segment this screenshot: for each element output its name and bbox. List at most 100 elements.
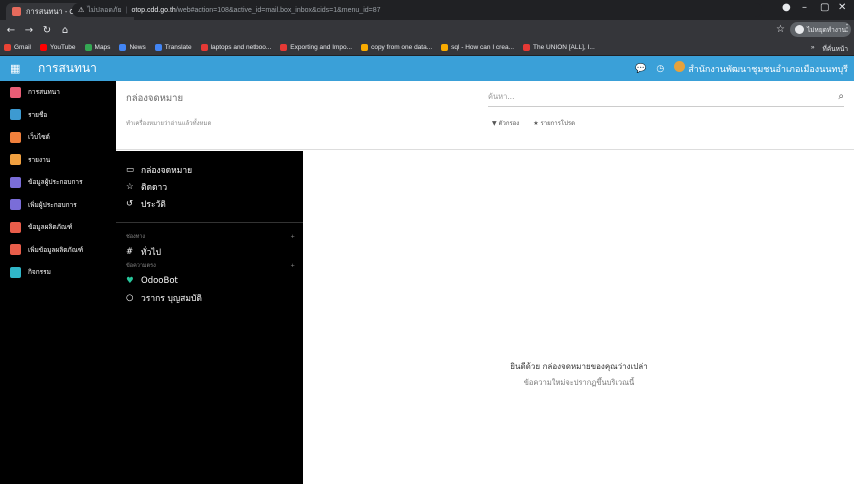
mark-all-read-button[interactable]: ทำเครื่องหมายว่าอ่านแล้วทั้งหมด <box>126 118 211 128</box>
app-menu-item[interactable]: รายงาน <box>0 149 116 172</box>
other-bookmarks[interactable]: ที่คั่นหน้า <box>823 44 848 54</box>
app-icon <box>10 176 21 188</box>
bookmark-item[interactable]: Gmail <box>4 44 31 51</box>
history-icon: ↺ <box>126 198 134 209</box>
bookmark-item[interactable]: YouTube <box>39 44 76 51</box>
back-icon[interactable]: ← <box>4 25 18 36</box>
app-menu-label: เว็บไซต์ <box>28 133 50 142</box>
inbox-empty-state: ยินดีด้วย กล่องจดหมายของคุณว่างเปล่า ข้อ… <box>304 151 854 484</box>
app-menu-item[interactable]: การสนทนา <box>0 81 116 104</box>
breadcrumb: กล่องจดหมาย <box>126 93 184 104</box>
app-menu-label: รายชื่อ <box>28 110 48 119</box>
bookmark-item[interactable]: laptops and netboo... <box>200 44 272 51</box>
discuss-item[interactable]: # ทั่วไป <box>116 243 303 260</box>
bookmark-label: YouTube <box>49 44 76 51</box>
bookmark-star-icon[interactable]: ☆ <box>776 24 785 35</box>
avatar <box>674 61 686 72</box>
menu-kebab-icon[interactable]: ⋮ <box>842 23 852 34</box>
app-icon <box>10 244 21 256</box>
app-menu-item[interactable]: เพิ่มข้อมูลผลิตภัณฑ์ <box>0 239 116 262</box>
status-icon: ♥ <box>126 275 134 286</box>
discuss-item[interactable]: ↺ ประวัติ <box>116 195 303 212</box>
hash-icon: # <box>126 246 134 257</box>
empty-title: ยินดีด้วย กล่องจดหมายของคุณว่างเปล่า <box>510 362 648 371</box>
search-icon[interactable]: ⌕ <box>838 91 844 102</box>
bookmark-icon <box>119 44 127 51</box>
bookmark-icon <box>154 44 162 51</box>
bookmark-item[interactable]: The UNION [ALL], I... <box>523 44 595 51</box>
app-icon <box>10 266 21 278</box>
app-menu-item[interactable]: ข้อมูลผู้ประกอบการ <box>0 171 116 194</box>
app-menu-label: เพิ่มข้อมูลผลิตภัณฑ์ <box>28 245 84 254</box>
user-menu[interactable]: สำนักงานพัฒนาชุมชนอำเภอเมืองนนทบุรี <box>674 61 848 76</box>
discuss-sidebar: ▭ กล่องจดหมาย ☆ ติดดาว ↺ ประวัติ ช่องทาง + # ท… <box>116 151 303 484</box>
bookmark-label: sql - How can I crea... <box>451 44 514 51</box>
bookmark-icon <box>441 44 449 51</box>
discuss-item[interactable]: ☆ ติดดาว <box>116 178 303 195</box>
app-menu-item[interactable]: เพิ่มผู้ประกอบการ <box>0 194 116 217</box>
filter-button[interactable]: ▼ ตัวกรอง <box>492 118 519 128</box>
window-close-icon[interactable]: ✕ <box>838 2 846 13</box>
empty-subtitle: ข้อความใหม่จะปรากฏขึ้นบริเวณนี้ <box>523 378 635 387</box>
add-direct-icon[interactable]: + <box>290 263 295 269</box>
app-menu-label: ข้อมูลผู้ประกอบการ <box>28 178 83 187</box>
discuss-item-label: ทั่วไป <box>141 247 162 258</box>
app-menu-item[interactable]: ข้อมูลผลิตภัณฑ์ <box>0 216 116 239</box>
app-menu-item[interactable]: เว็บไซต์ <box>0 126 116 149</box>
url-path: /web#action=108&active_id=mail.box_inbox… <box>175 6 381 14</box>
bookmark-item[interactable]: Maps <box>84 44 110 51</box>
discuss-item[interactable]: ♥ OdooBot <box>116 272 303 289</box>
forward-icon[interactable]: → <box>22 25 36 36</box>
profile-label: ไม่หยุดทำงาน <box>807 25 847 34</box>
app-menu-item[interactable]: รายชื่อ <box>0 104 116 127</box>
favorites-button[interactable]: ★ รายการโปรด <box>533 118 575 128</box>
chat-icon[interactable]: 💬 <box>635 64 646 74</box>
discuss-item[interactable]: ▭ กล่องจดหมาย <box>116 161 303 178</box>
bookmark-icon <box>39 44 47 51</box>
search-bar[interactable]: ค้นหา... ⌕ <box>488 87 844 107</box>
bookmark-item[interactable]: copy from one data... <box>361 44 432 51</box>
app-menu-label: การสนทนา <box>28 88 60 97</box>
address-bar[interactable]: ⚠ ไม่ปลอดภัย | otop.cdd.go.th /web#actio… <box>72 3 762 17</box>
inbox-icon: ▭ <box>126 164 135 175</box>
url-host: otop.cdd.go.th <box>131 6 176 14</box>
bookmark-icon <box>200 44 208 51</box>
bookmark-label: News <box>129 44 146 51</box>
bookmark-item[interactable]: News <box>119 44 146 51</box>
apps-grid-icon[interactable]: ▦ <box>10 62 24 75</box>
star-icon: ☆ <box>126 181 134 192</box>
channels-header: ช่องทาง + <box>116 231 303 243</box>
extension-icon[interactable]: ● <box>782 2 791 13</box>
star-icon: ★ <box>533 120 539 127</box>
bookmark-label: Translate <box>164 44 192 51</box>
bookmark-label: laptops and netboo... <box>210 44 272 51</box>
discuss-item-label: ประวัติ <box>141 199 166 210</box>
apps-sidebar: การสนทนารายชื่อเว็บไซต์รายงานข้อมูลผู้ปร… <box>0 81 116 484</box>
bookmark-icon <box>280 44 288 51</box>
direct-header-label: ข้อความตรง <box>126 263 156 269</box>
odoo-favicon-icon <box>12 7 21 16</box>
app-title[interactable]: การสนทนา <box>38 59 97 78</box>
add-channel-icon[interactable]: + <box>290 234 295 240</box>
bookmark-icon <box>4 44 11 51</box>
chevron-right-icon[interactable]: » <box>811 44 815 54</box>
bookmark-item[interactable]: Translate <box>154 44 192 51</box>
company-name: สำนักงานพัฒนาชุมชนอำเภอเมืองนนทบุรี <box>688 65 848 75</box>
search-input[interactable]: ค้นหา... <box>488 91 838 103</box>
maximize-icon[interactable]: ▢ <box>820 2 829 13</box>
clock-icon[interactable]: ◷ <box>656 64 664 74</box>
reload-icon[interactable]: ↻ <box>40 25 54 36</box>
filter-label: ตัวกรอง <box>498 120 520 127</box>
app-menu-item[interactable]: กิจกรรม <box>0 261 116 284</box>
search-filters: ▼ ตัวกรอง ★ รายการโปรด <box>492 118 575 128</box>
bookmark-item[interactable]: sql - How can I crea... <box>441 44 514 51</box>
bookmark-item[interactable]: Exporting and Impo... <box>280 44 352 51</box>
discuss-item[interactable]: ○ วรากร บุญสมบัติ <box>116 289 303 306</box>
app-icon <box>10 154 21 166</box>
status-icon: ○ <box>126 292 134 303</box>
home-icon[interactable]: ⌂ <box>58 25 72 36</box>
security-warning: ไม่ปลอดภัย <box>87 6 122 14</box>
bookmark-icon <box>84 44 92 51</box>
warning-icon: ⚠ <box>78 7 85 14</box>
minimize-icon[interactable]: – <box>802 2 807 13</box>
